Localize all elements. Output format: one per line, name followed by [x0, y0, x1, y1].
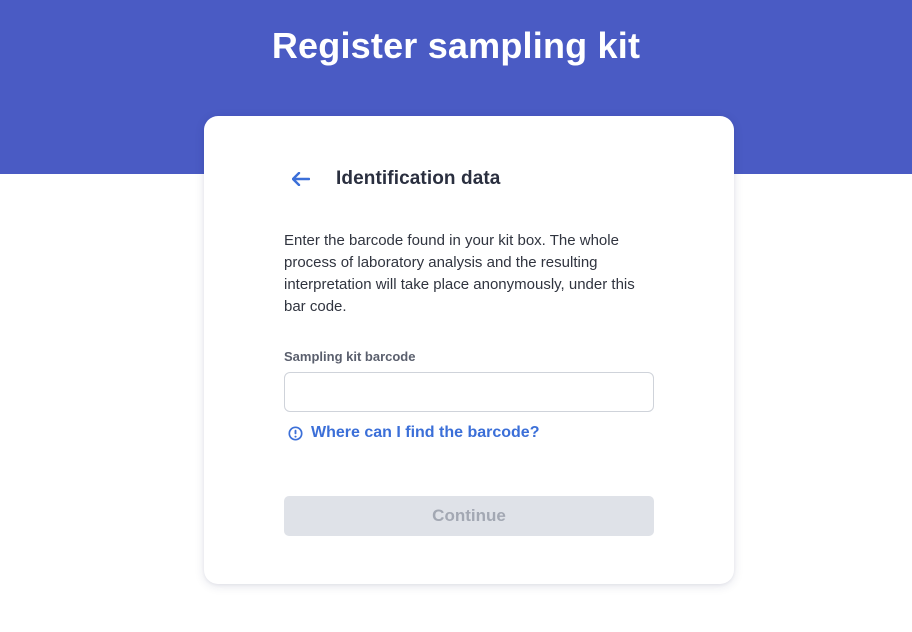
- card-header: Identification data: [284, 166, 500, 192]
- barcode-input[interactable]: [284, 372, 654, 412]
- page: Register sampling kit Identification dat…: [0, 0, 912, 632]
- continue-button[interactable]: Continue: [284, 496, 654, 536]
- instructions-text: Enter the barcode found in your kit box.…: [284, 232, 635, 315]
- find-barcode-link[interactable]: Where can I find the barcode?: [288, 424, 539, 442]
- card-title: Identification data: [336, 168, 501, 189]
- page-title: Register sampling kit: [271, 25, 641, 66]
- barcode-field-label: Sampling kit barcode: [284, 349, 416, 364]
- back-button[interactable]: [292, 166, 326, 192]
- arrow-left-icon: [292, 172, 310, 186]
- info-circle-icon: [288, 425, 303, 441]
- find-barcode-link-label: Where can I find the barcode?: [311, 424, 540, 441]
- registration-card: Identification data Enter the barcode fo…: [204, 116, 734, 584]
